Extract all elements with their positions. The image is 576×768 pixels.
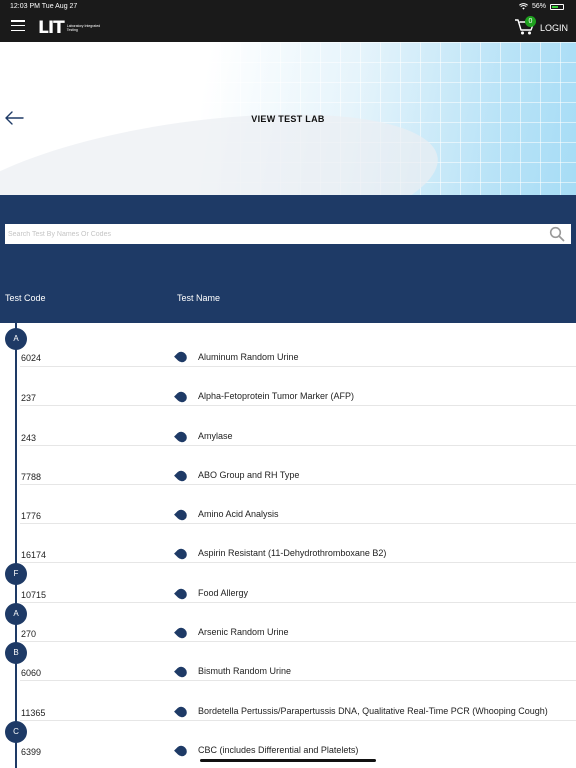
row-divider: [20, 484, 576, 485]
cart-count-badge: 0: [525, 16, 536, 27]
row-divider: [20, 720, 576, 721]
table-row[interactable]: 237 Alpha-Fetoprotein Tumor Marker (AFP): [0, 386, 576, 425]
test-name: Aspirin Resistant (11-Dehydrothromboxane…: [198, 548, 387, 558]
test-code: 10715: [21, 590, 47, 600]
table-row[interactable]: 6399 CBC (includes Differential and Plat…: [0, 740, 576, 768]
test-name: Aluminum Random Urine: [198, 352, 299, 362]
hamburger-icon: [11, 20, 25, 22]
test-code: 237: [21, 393, 37, 403]
bullet-icon: [174, 743, 189, 759]
test-name: Food Allergy: [198, 588, 249, 598]
bullet-icon: [174, 389, 189, 405]
bullet-icon: [174, 507, 189, 523]
test-code: 6024: [21, 353, 42, 363]
logo-mark: LIT: [38, 18, 65, 38]
test-code: 6399: [21, 747, 42, 757]
test-list[interactable]: A F A B C 6024 Aluminum Random Urine 237…: [0, 323, 576, 768]
test-code: 1776: [21, 511, 42, 521]
test-name: ABO Group and RH Type: [198, 470, 300, 480]
test-name: CBC (includes Differential and Platelets…: [198, 745, 359, 755]
bullet-icon: [174, 429, 189, 445]
table-row[interactable]: 16174 Aspirin Resistant (11-Dehydrothrom…: [0, 543, 576, 582]
battery-icon: [550, 3, 564, 10]
row-divider: [20, 405, 576, 406]
test-code: 7788: [21, 472, 42, 482]
table-row[interactable]: 6060 Bismuth Random Urine: [0, 661, 576, 700]
test-name: Alpha-Fetoprotein Tumor Marker (AFP): [198, 391, 355, 401]
test-code: 11365: [21, 708, 46, 718]
logo-text: Laboratory Integrated Testing: [66, 24, 101, 32]
table-row[interactable]: 11365 Bordetella Pertussis/Parapertussis…: [0, 701, 576, 740]
status-time: 12:03 PM Tue Aug 27: [10, 3, 78, 10]
bullet-icon: [174, 625, 189, 641]
bullet-icon: [174, 704, 189, 720]
row-divider: [20, 680, 576, 681]
column-header-test-code: Test Code: [5, 293, 46, 303]
bullet-icon: [174, 546, 189, 562]
bullet-icon: [174, 468, 189, 484]
app-logo[interactable]: LIT Laboratory Integrated Testing: [38, 18, 107, 38]
test-code: 243: [21, 433, 37, 443]
table-row[interactable]: 6024 Aluminum Random Urine: [0, 347, 576, 386]
table-row[interactable]: 7788 ABO Group and RH Type: [0, 465, 576, 504]
test-name: Arsenic Random Urine: [198, 627, 289, 637]
table-row[interactable]: 1776 Amino Acid Analysis: [0, 504, 576, 543]
row-divider: [20, 641, 576, 642]
search-input[interactable]: [8, 229, 528, 239]
menu-button[interactable]: [11, 20, 25, 32]
row-divider: [20, 562, 576, 563]
test-code: 270: [21, 629, 37, 639]
app-top-bar: 12:03 PM Tue Aug 27 56% LIT Laboratory I…: [0, 0, 576, 42]
bullet-icon: [174, 586, 189, 602]
page-title: VIEW TEST LAB: [251, 114, 325, 124]
row-divider: [20, 602, 576, 603]
row-divider: [20, 445, 576, 446]
row-divider: [20, 523, 576, 524]
test-name: Bordetella Pertussis/Parapertussis DNA, …: [198, 706, 548, 716]
bullet-icon: [174, 664, 189, 680]
test-code: 16174: [21, 550, 47, 560]
search-header-panel: [0, 195, 576, 323]
status-indicators: 56%: [519, 3, 564, 10]
wifi-icon: [519, 3, 528, 10]
table-row[interactable]: 243 Amylase: [0, 426, 576, 465]
test-name: Bismuth Random Urine: [198, 666, 292, 676]
search-icon[interactable]: [549, 226, 565, 242]
bullet-icon: [174, 349, 189, 365]
column-header-test-name: Test Name: [177, 293, 221, 303]
table-row[interactable]: 10715 Food Allergy: [0, 583, 576, 622]
test-code: 6060: [21, 668, 42, 678]
row-divider: [20, 366, 576, 367]
battery-percent: 56%: [531, 3, 546, 10]
hamburger-icon-line: [11, 24, 25, 27]
test-name: Amino Acid Analysis: [198, 509, 279, 519]
table-row[interactable]: 270 Arsenic Random Urine: [0, 622, 576, 661]
login-button[interactable]: LOGIN: [540, 23, 568, 33]
hamburger-icon-line: [11, 29, 25, 32]
test-name: Amylase: [198, 431, 233, 441]
home-indicator: [200, 759, 376, 762]
